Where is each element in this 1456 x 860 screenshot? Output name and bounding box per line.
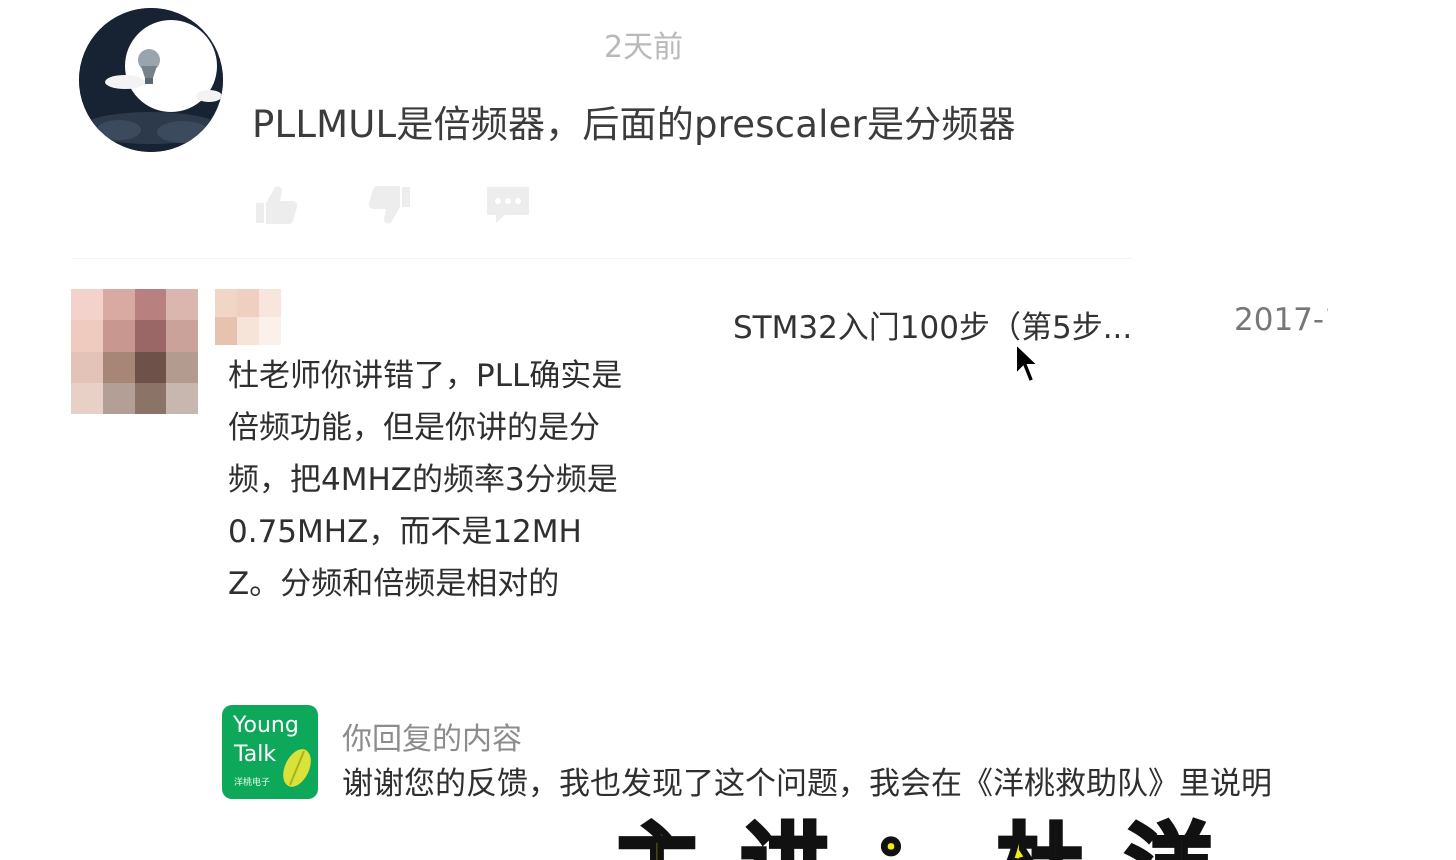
thumbs-up-icon: [256, 186, 298, 224]
comment-time: 2天前: [604, 30, 684, 65]
reply-button[interactable]: [484, 183, 532, 227]
thumbs-down-icon: [368, 186, 410, 224]
article-title-link[interactable]: STM32入门100步（第5步...: [733, 302, 1132, 347]
starfruit-icon: [283, 749, 311, 787]
logo-subtext: 洋桃电子: [234, 778, 271, 788]
divider: [72, 258, 1132, 259]
reply-label: 你回复的内容: [342, 722, 522, 757]
youngtalk-logo: Young Talk 洋桃电子: [222, 705, 318, 799]
logo-text-line1: Young: [233, 713, 299, 738]
balloon-moon-illustration: [79, 8, 223, 152]
comment-date: 2017-1: [1234, 302, 1328, 338]
dislike-button[interactable]: [366, 183, 414, 227]
logo-text-line2: Talk: [234, 742, 277, 767]
blurred-username[interactable]: [215, 289, 281, 345]
like-button[interactable]: [252, 183, 300, 227]
mouse-cursor-icon: [1014, 341, 1042, 386]
video-subtitle-overlay: 主讲：杜洋: [613, 806, 1253, 860]
blurred-user-avatar[interactable]: [71, 289, 198, 414]
comment-body: 杜老师你讲错了，PLL确实是倍频功能，但是你讲的是分频，把4MHZ的频率3分频是…: [228, 358, 623, 602]
comment-bubble-icon: [487, 187, 529, 223]
reply-text: 谢谢您的反馈，我也发现了这个问题，我会在《洋桃救助队》里说明: [342, 766, 1272, 802]
commenter-avatar[interactable]: [79, 8, 223, 152]
comment-text: PLLMUL是倍频器，后面的prescaler是分频器: [252, 103, 1016, 146]
